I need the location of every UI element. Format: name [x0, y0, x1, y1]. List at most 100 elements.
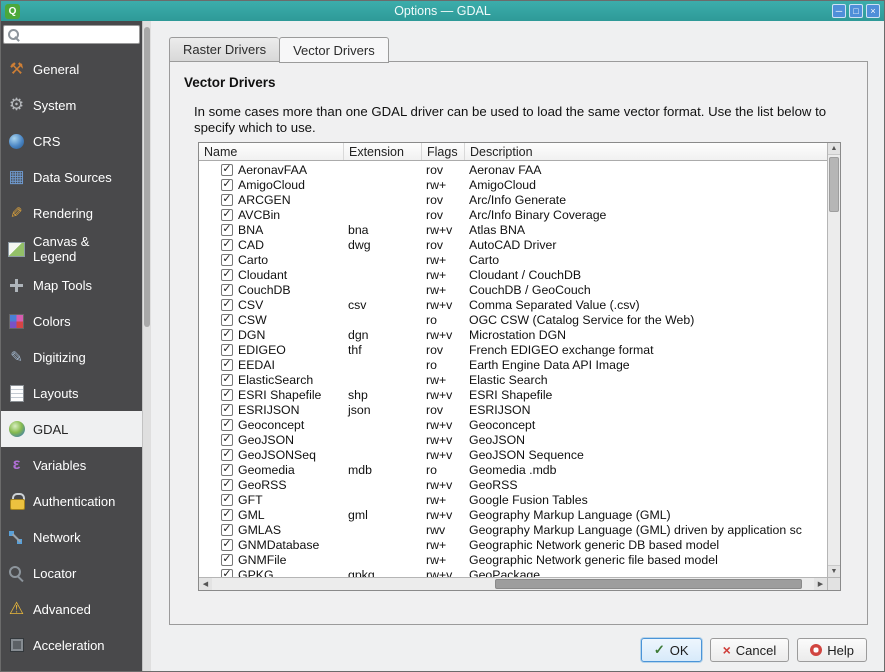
driver-checkbox[interactable]: ✓ — [221, 359, 233, 371]
maximize-button[interactable]: □ — [849, 4, 863, 18]
driver-checkbox[interactable]: ✓ — [221, 209, 233, 221]
table-vertical-scrollbar[interactable]: ▲ ▼ — [827, 143, 840, 577]
sidebar-item-locator[interactable]: Locator — [1, 555, 142, 591]
driver-checkbox[interactable]: ✓ — [221, 554, 233, 566]
table-horizontal-scrollbar[interactable]: ◀ ▶ — [199, 577, 827, 590]
driver-row[interactable]: ✓EDIGEOthfrovFrench EDIGEO exchange form… — [199, 342, 827, 357]
column-header-flags[interactable]: Flags — [422, 143, 465, 160]
cancel-button[interactable]: × Cancel — [710, 638, 790, 662]
driver-checkbox[interactable]: ✓ — [221, 329, 233, 341]
driver-row[interactable]: ✓GMLgmlrw+vGeography Markup Language (GM… — [199, 507, 827, 522]
driver-checkbox[interactable]: ✓ — [221, 194, 233, 206]
driver-row[interactable]: ✓GeoJSONSeqrw+vGeoJSON Sequence — [199, 447, 827, 462]
sidebar-scrollbar-thumb[interactable] — [144, 27, 150, 327]
search-box[interactable] — [3, 25, 140, 44]
vertical-scrollbar-thumb[interactable] — [829, 157, 839, 212]
driver-row[interactable]: ✓Cartorw+Carto — [199, 252, 827, 267]
driver-row[interactable]: ✓EEDAIroEarth Engine Data API Image — [199, 357, 827, 372]
driver-row[interactable]: ✓GPKGgpkgrw+vGeoPackage — [199, 567, 827, 577]
sidebar-item-system[interactable]: System — [1, 87, 142, 123]
sidebar-item-layouts[interactable]: Layouts — [1, 375, 142, 411]
sidebar-item-gdal[interactable]: GDAL — [1, 411, 142, 447]
driver-row[interactable]: ✓ESRI Shapefileshprw+vESRI Shapefile — [199, 387, 827, 402]
driver-checkbox[interactable]: ✓ — [221, 509, 233, 521]
driver-row[interactable]: ✓DGNdgnrw+vMicrostation DGN — [199, 327, 827, 342]
driver-row[interactable]: ✓ElasticSearchrw+Elastic Search — [199, 372, 827, 387]
sidebar-item-canvas-legend[interactable]: Canvas & Legend — [1, 231, 142, 267]
driver-row[interactable]: ✓Cloudantrw+Cloudant / CouchDB — [199, 267, 827, 282]
driver-checkbox[interactable]: ✓ — [221, 254, 233, 266]
sidebar-item-colors[interactable]: Colors — [1, 303, 142, 339]
driver-row[interactable]: ✓AeronavFAArovAeronav FAA — [199, 162, 827, 177]
driver-row[interactable]: ✓AVCBinrovArc/Info Binary Coverage — [199, 207, 827, 222]
sidebar-item-advanced[interactable]: Advanced — [1, 591, 142, 627]
driver-checkbox[interactable]: ✓ — [221, 449, 233, 461]
driver-row[interactable]: ✓GeoRSSrw+vGeoRSS — [199, 477, 827, 492]
driver-row[interactable]: ✓CSVcsvrw+vComma Separated Value (.csv) — [199, 297, 827, 312]
driver-checkbox[interactable]: ✓ — [221, 404, 233, 416]
help-button[interactable]: Help — [797, 638, 867, 662]
driver-row[interactable]: ✓GNMDatabaserw+Geographic Network generi… — [199, 537, 827, 552]
driver-row[interactable]: ✓GNMFilerw+Geographic Network generic fi… — [199, 552, 827, 567]
driver-row[interactable]: ✓ESRIJSONjsonrovESRIJSON — [199, 402, 827, 417]
horizontal-scrollbar-thumb[interactable] — [495, 579, 802, 589]
sidebar-item-data-sources[interactable]: Data Sources — [1, 159, 142, 195]
driver-checkbox[interactable]: ✓ — [221, 239, 233, 251]
driver-checkbox[interactable]: ✓ — [221, 299, 233, 311]
close-button[interactable]: × — [866, 4, 880, 18]
tab-vector-drivers[interactable]: Vector Drivers — [279, 37, 389, 63]
driver-checkbox[interactable]: ✓ — [221, 224, 233, 236]
driver-row[interactable]: ✓Geoconceptrw+vGeoconcept — [199, 417, 827, 432]
titlebar[interactable]: Q Options — GDAL ─□× — [1, 1, 884, 21]
driver-checkbox[interactable]: ✓ — [221, 569, 233, 578]
sidebar-item-general[interactable]: General — [1, 51, 142, 87]
sidebar-item-variables[interactable]: Variables — [1, 447, 142, 483]
tab-raster-drivers[interactable]: Raster Drivers — [169, 37, 279, 62]
sidebar-item-network[interactable]: Network — [1, 519, 142, 555]
driver-name: CSW — [238, 313, 267, 327]
driver-checkbox[interactable]: ✓ — [221, 344, 233, 356]
sidebar-item-acceleration[interactable]: Acceleration — [1, 627, 142, 663]
driver-row[interactable]: ✓GMLASrwvGeography Markup Language (GML)… — [199, 522, 827, 537]
driver-row[interactable]: ✓GeoJSONrw+vGeoJSON — [199, 432, 827, 447]
scroll-right-arrow-icon[interactable]: ▶ — [814, 578, 827, 590]
driver-row[interactable]: ✓ARCGENrovArc/Info Generate — [199, 192, 827, 207]
driver-checkbox[interactable]: ✓ — [221, 179, 233, 191]
driver-row[interactable]: ✓GFTrw+Google Fusion Tables — [199, 492, 827, 507]
sidebar-item-authentication[interactable]: Authentication — [1, 483, 142, 519]
driver-checkbox[interactable]: ✓ — [221, 269, 233, 281]
driver-row[interactable]: ✓GeomediamdbroGeomedia .mdb — [199, 462, 827, 477]
driver-checkbox[interactable]: ✓ — [221, 164, 233, 176]
sidebar-item-digitizing[interactable]: Digitizing — [1, 339, 142, 375]
scroll-left-arrow-icon[interactable]: ◀ — [199, 578, 212, 590]
driver-checkbox[interactable]: ✓ — [221, 479, 233, 491]
column-header-name[interactable]: Name — [199, 143, 344, 160]
column-header-extension[interactable]: Extension — [344, 143, 422, 160]
driver-checkbox[interactable]: ✓ — [221, 539, 233, 551]
minimize-button[interactable]: ─ — [832, 4, 846, 18]
driver-row[interactable]: ✓AmigoCloudrw+AmigoCloud — [199, 177, 827, 192]
horizontal-scrollbar-track[interactable] — [212, 578, 814, 590]
scroll-down-arrow-icon[interactable]: ▼ — [828, 565, 840, 577]
driver-checkbox[interactable]: ✓ — [221, 284, 233, 296]
column-header-description[interactable]: Description — [465, 143, 827, 160]
driver-checkbox[interactable]: ✓ — [221, 494, 233, 506]
sidebar-item-rendering[interactable]: Rendering — [1, 195, 142, 231]
driver-checkbox[interactable]: ✓ — [221, 374, 233, 386]
driver-checkbox[interactable]: ✓ — [221, 389, 233, 401]
driver-row[interactable]: ✓BNAbnarw+vAtlas BNA — [199, 222, 827, 237]
driver-checkbox[interactable]: ✓ — [221, 524, 233, 536]
driver-row[interactable]: ✓CADdwgrovAutoCAD Driver — [199, 237, 827, 252]
search-input[interactable] — [24, 28, 135, 42]
driver-checkbox[interactable]: ✓ — [221, 314, 233, 326]
sidebar-scrollbar[interactable] — [142, 21, 151, 671]
driver-row[interactable]: ✓CouchDBrw+CouchDB / GeoCouch — [199, 282, 827, 297]
sidebar-item-crs[interactable]: CRS — [1, 123, 142, 159]
ok-button[interactable]: ✓ OK — [641, 638, 702, 662]
sidebar-item-map-tools[interactable]: Map Tools — [1, 267, 142, 303]
driver-checkbox[interactable]: ✓ — [221, 419, 233, 431]
scroll-up-arrow-icon[interactable]: ▲ — [828, 143, 840, 155]
driver-row[interactable]: ✓CSWroOGC CSW (Catalog Service for the W… — [199, 312, 827, 327]
driver-checkbox[interactable]: ✓ — [221, 434, 233, 446]
driver-checkbox[interactable]: ✓ — [221, 464, 233, 476]
